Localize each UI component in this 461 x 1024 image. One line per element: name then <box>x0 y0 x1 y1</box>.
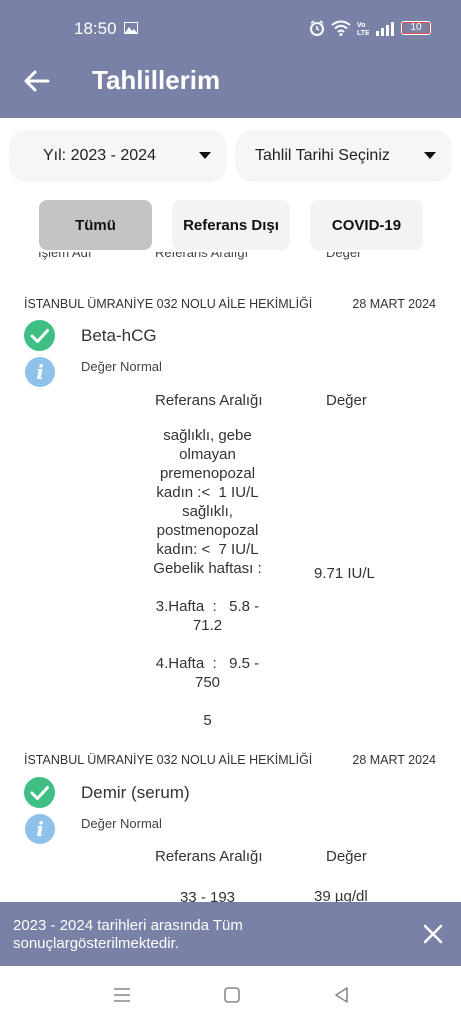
reference-header: Referans Aralığı <box>155 392 263 409</box>
result-date: 28 MART 2024 <box>352 753 436 767</box>
home-icon[interactable] <box>222 986 242 1004</box>
check-icon <box>24 777 55 808</box>
clipped-col-value: Değer <box>326 252 362 260</box>
system-navigation-bar <box>0 966 461 1024</box>
alarm-icon <box>310 20 324 36</box>
clipped-col-test: İşlem Adı <box>38 252 92 260</box>
snackbar: 2023 - 2024 tarihleri arasında Tüm sonuç… <box>0 902 461 966</box>
clipped-column-headers: İşlem Adı Referans Aralığı Değer <box>0 252 461 264</box>
back-icon[interactable] <box>332 986 352 1004</box>
chevron-down-icon <box>199 152 211 159</box>
facility-name: İSTANBUL ÜMRANİYE 032 NOLU AİLE HEKİMLİĞ… <box>24 753 313 767</box>
back-arrow-icon[interactable] <box>24 68 50 94</box>
signal-icon <box>376 22 394 36</box>
date-dropdown[interactable]: Tahlil Tarihi Seçiniz <box>236 130 451 180</box>
test-name: Demir (serum) <box>81 783 190 802</box>
app-bar: Tahlillerim <box>0 46 461 118</box>
info-icon[interactable]: i <box>25 814 55 844</box>
value-header: Değer <box>326 848 367 865</box>
year-dropdown-label: Yıl: 2023 - 2024 <box>43 147 156 164</box>
close-icon[interactable] <box>423 924 443 944</box>
tab-covid-19[interactable]: COVID-19 <box>310 200 423 250</box>
battery-icon: 10 <box>401 21 431 35</box>
status-bar: 18:50 Vo LTE 10 <box>0 0 461 46</box>
status-icons: Vo LTE 10 <box>309 20 431 36</box>
reference-range: sağlıklı, gebe olmayan premenopozal kadı… <box>153 427 262 726</box>
tab-out-of-reference[interactable]: Referans Dışı <box>172 200 290 250</box>
tab-all[interactable]: Tümü <box>39 200 152 250</box>
chevron-down-icon <box>424 152 436 159</box>
test-name: Beta-hCG <box>81 326 157 345</box>
filter-tabs: Tümü Referans Dışı COVID-19 <box>0 200 461 252</box>
result-value: 39 µg/dl <box>314 888 368 902</box>
status-text: Değer Normal <box>81 359 162 374</box>
check-icon <box>24 320 55 351</box>
clipped-col-reference: Referans Aralığı <box>155 252 249 260</box>
filter-bar: Yıl: 2023 - 2024 Tahlil Tarihi Seçiniz <box>0 128 461 184</box>
info-icon[interactable]: i <box>25 357 55 387</box>
status-text: Değer Normal <box>81 816 162 831</box>
volte-icon: Vo LTE <box>357 22 369 36</box>
svg-text:LTE: LTE <box>357 30 369 36</box>
reference-header: Referans Aralığı <box>155 848 263 865</box>
page-title: Tahlillerim <box>92 65 221 95</box>
status-time: 18:50 <box>74 19 117 38</box>
results-list[interactable]: İşlem Adı Referans Aralığı Değer İSTANBU… <box>0 252 461 902</box>
wifi-icon <box>331 20 351 36</box>
gallery-notification-icon <box>124 22 138 34</box>
result-date: 28 MART 2024 <box>352 297 436 311</box>
value-header: Değer <box>326 392 367 409</box>
reference-range: 33 - 193 <box>179 889 236 902</box>
snackbar-message: 2023 - 2024 tarihleri arasında Tüm sonuç… <box>13 917 243 952</box>
date-dropdown-label: Tahlil Tarihi Seçiniz <box>255 147 390 164</box>
year-dropdown[interactable]: Yıl: 2023 - 2024 <box>10 130 226 180</box>
svg-text:Vo: Vo <box>357 22 365 29</box>
facility-name: İSTANBUL ÜMRANİYE 032 NOLU AİLE HEKİMLİĞ… <box>24 297 313 311</box>
result-value: 9.71 IU/L <box>314 565 375 582</box>
menu-icon[interactable] <box>112 986 132 1004</box>
